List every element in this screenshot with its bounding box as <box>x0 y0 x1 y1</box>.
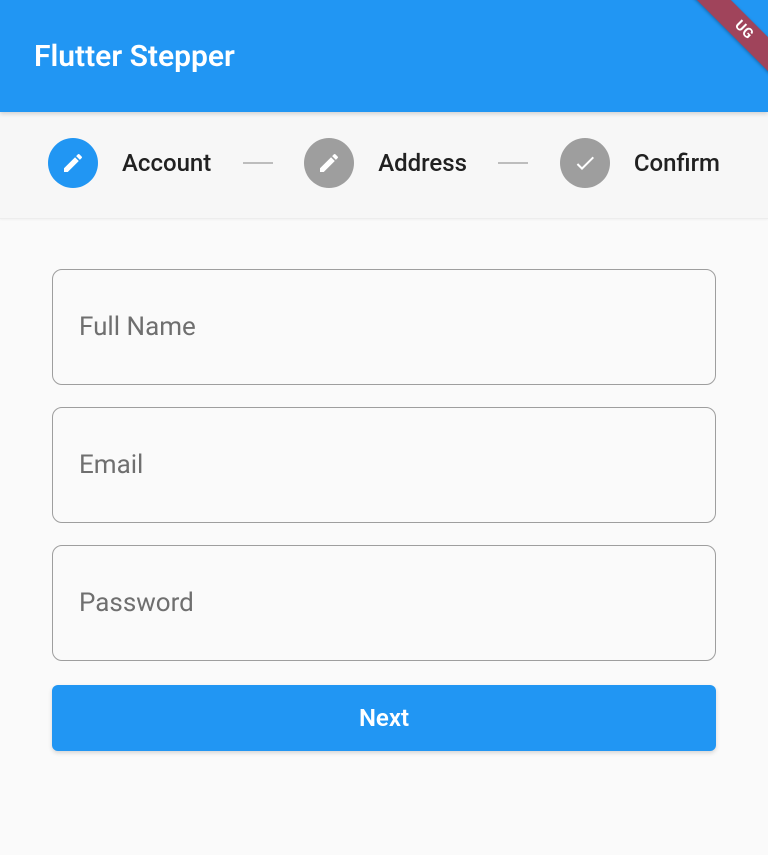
check-icon <box>560 138 610 188</box>
step-connector <box>243 162 273 164</box>
edit-icon <box>48 138 98 188</box>
password-input[interactable] <box>52 545 716 661</box>
step-connector <box>498 162 528 164</box>
step-confirm[interactable]: Confirm <box>560 138 720 188</box>
debug-ribbon-label: UG <box>686 0 768 88</box>
field-email <box>52 407 716 523</box>
step-label-account: Account <box>122 149 211 177</box>
next-button[interactable]: Next <box>52 685 716 751</box>
field-password <box>52 545 716 661</box>
full-name-input[interactable] <box>52 269 716 385</box>
step-account[interactable]: Account <box>48 138 211 188</box>
field-full-name <box>52 269 716 385</box>
app-bar-title: Flutter Stepper <box>34 39 235 74</box>
step-address[interactable]: Address <box>304 138 467 188</box>
edit-icon <box>304 138 354 188</box>
email-input[interactable] <box>52 407 716 523</box>
step-label-address: Address <box>378 149 467 177</box>
app-bar: Flutter Stepper UG <box>0 0 768 112</box>
stepper-header: Account Address Confirm <box>0 112 768 219</box>
step-content: Next <box>0 219 768 751</box>
step-label-confirm: Confirm <box>634 149 720 177</box>
